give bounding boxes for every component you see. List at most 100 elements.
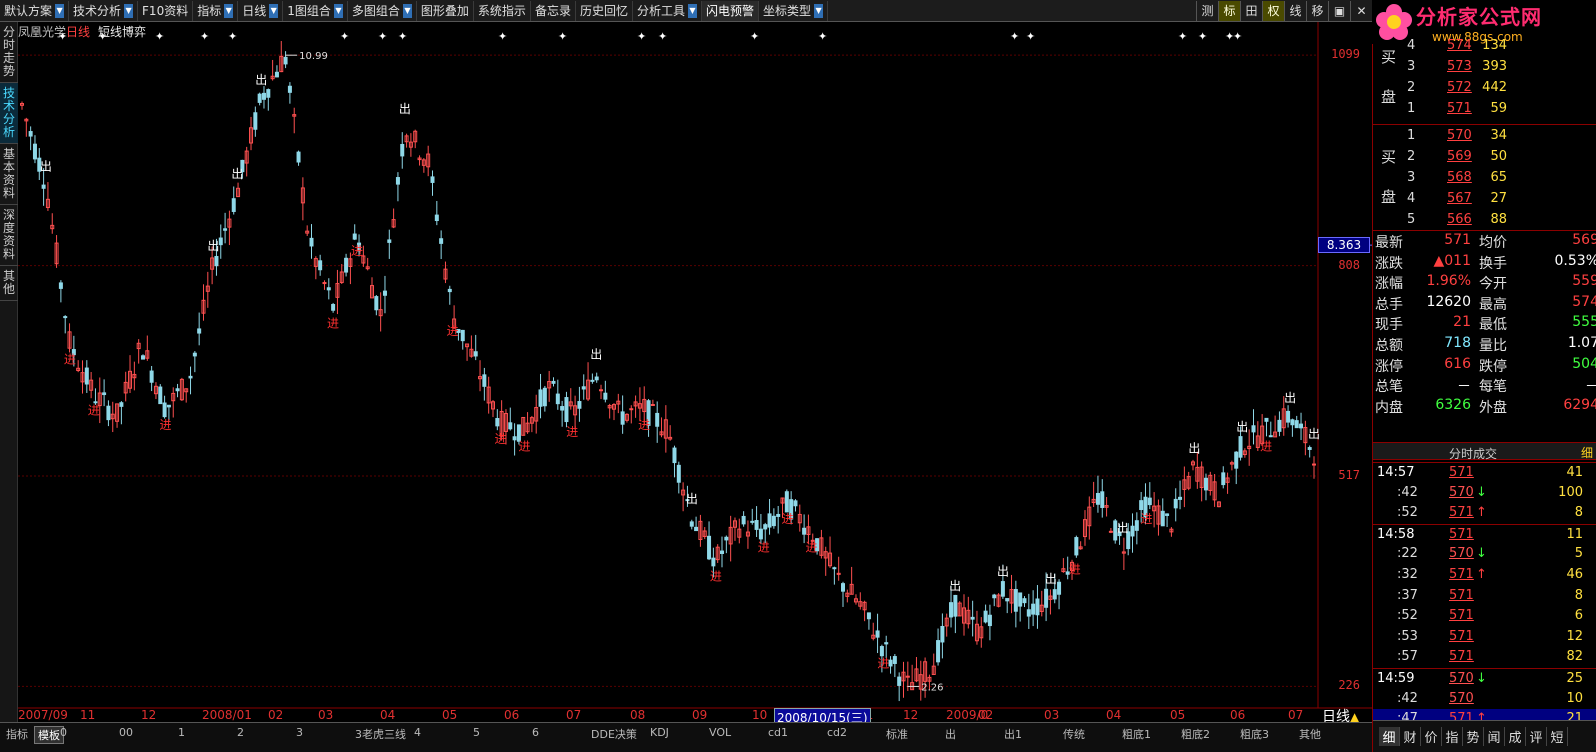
indicator-tab[interactable]: 5 [473, 726, 480, 739]
sell-side-label: 买 [1381, 48, 1397, 66]
indicator-tab[interactable]: 3老虎三线 [355, 726, 406, 742]
indicator-tab[interactable]: 00 [119, 726, 133, 739]
candle-body [434, 214, 439, 222]
stat-key: 涨停 [1375, 358, 1403, 375]
candle-body [879, 646, 884, 657]
sell-level-row[interactable]: 3 573 393 [1373, 57, 1596, 78]
buy-level-row[interactable]: 3 568 65 [1373, 168, 1596, 189]
sell-level-row[interactable]: 1 571 59 [1373, 99, 1596, 120]
right-bottom-tab[interactable]: 财 [1400, 727, 1421, 746]
toolbar-button[interactable]: 日线 ▼ [238, 0, 284, 21]
side-tab[interactable]: 技术分析 [0, 83, 18, 144]
level-number: 1 [1407, 101, 1416, 116]
side-tab-label: 技术分析 [2, 86, 15, 139]
indicator-tab[interactable]: cd2 [827, 726, 847, 739]
candle-body [936, 640, 941, 663]
signal-marker: 出 [949, 579, 961, 593]
right-bottom-tab[interactable]: 短 [1547, 727, 1568, 746]
sell-level-row[interactable]: 4 574 134 [1373, 36, 1596, 57]
side-tab[interactable]: 其他 [0, 266, 18, 301]
buy-level-row[interactable]: 2 569 50 [1373, 147, 1596, 168]
toolbar-toggle-button[interactable]: 线 [1284, 0, 1306, 21]
indicator-tab[interactable]: 传统 [1063, 726, 1085, 742]
indicator-tab[interactable]: 1 [178, 726, 185, 739]
indicator-tab[interactable]: 出1 [1004, 726, 1022, 742]
indicator-tab[interactable]: 3 [296, 726, 303, 739]
toolbar-button[interactable]: 指标 ▼ [193, 0, 239, 21]
candle-body [892, 656, 897, 664]
candle-body [866, 612, 871, 620]
indicator-tab[interactable]: 指标 [6, 726, 28, 742]
signal-marker: 出 [1045, 572, 1057, 586]
indicator-tab[interactable]: 2 [237, 726, 244, 739]
toolbar-button[interactable]: 1图组合 ▼ [283, 0, 348, 21]
indicator-tab[interactable]: 0 [60, 726, 67, 739]
indicator-tab[interactable]: KDJ [650, 726, 669, 739]
candle-body [1044, 588, 1049, 608]
toolbar-button[interactable]: F10资料 [138, 0, 194, 21]
buy-level-row[interactable]: 5 566 88 [1373, 210, 1596, 231]
side-tab[interactable]: 深度资料 [0, 205, 18, 266]
candle-body [1160, 510, 1165, 527]
right-bottom-tab[interactable]: 成 [1505, 727, 1526, 746]
level-volume: 50 [1490, 149, 1507, 164]
stat-value: 12620 [1426, 293, 1471, 310]
kline-chart[interactable]: 出进进进出出出进进出进进进进出进出进进进进进出出出进出进出出进出出✦ ✦ ✦ ✦ ✦ ✦ ✦… [18, 22, 1372, 722]
toolbar-button[interactable]: 备忘录 [531, 0, 576, 21]
level-price: 574 [1447, 38, 1472, 53]
indicator-tab[interactable]: 标准 [886, 726, 908, 742]
buy-level-row[interactable]: 1 570 34 [1373, 126, 1596, 147]
toolbar-toggle-button[interactable]: 权 [1262, 0, 1284, 21]
toolbar-button[interactable]: 图形叠加 [417, 0, 474, 21]
toolbar-button[interactable]: 技术分析 ▼ [69, 0, 139, 21]
right-bottom-tab[interactable]: 价 [1421, 727, 1442, 746]
indicator-tab[interactable]: 粗底1 [1122, 726, 1151, 742]
event-marker-icon: ✦ [1010, 30, 1019, 43]
toolbar-button[interactable]: 分析工具 ▼ [633, 0, 702, 21]
tick-row: 14:57 571 41 [1373, 462, 1596, 483]
right-bottom-tab[interactable]: 细 [1379, 727, 1400, 746]
indicator-tab[interactable]: 粗底3 [1240, 726, 1269, 742]
tick-row: 14:58 571 11 [1373, 523, 1596, 545]
indicator-tab[interactable]: 出 [945, 726, 956, 742]
candle-body [352, 233, 357, 240]
toolbar-button-label: 技术分析 [73, 4, 122, 18]
right-bottom-tab[interactable]: 势 [1463, 727, 1484, 746]
indicator-tab[interactable]: 4 [414, 726, 421, 739]
side-tab[interactable]: 基本资料 [0, 144, 18, 205]
level-number: 3 [1407, 59, 1416, 74]
right-bottom-tab[interactable]: 评 [1526, 727, 1547, 746]
side-tab[interactable]: 分时走势 [0, 22, 18, 83]
right-bottom-tab[interactable]: 指 [1442, 727, 1463, 746]
toolbar-toggle-button[interactable]: 标 [1218, 0, 1240, 21]
indicator-tab[interactable]: VOL [709, 726, 731, 739]
right-bottom-tab[interactable]: 闻 [1484, 727, 1505, 746]
candle-body [344, 257, 349, 273]
signal-marker: 进 [877, 656, 889, 670]
toolbar-button[interactable]: 默认方案 ▼ [0, 0, 70, 21]
toolbar-button[interactable]: 系统指示 [474, 0, 531, 21]
indicator-tab[interactable]: cd1 [768, 726, 788, 739]
candle-body [1100, 491, 1105, 508]
toolbar-toggle-button[interactable]: ▣ [1328, 0, 1350, 21]
indicator-tab[interactable]: 6 [532, 726, 539, 739]
toolbar-button[interactable]: 闪电预警 [701, 0, 759, 21]
indicator-tab[interactable]: DDE决策 [591, 726, 637, 742]
indicator-tab[interactable]: 其他 [1299, 726, 1321, 742]
toolbar-toggle-button[interactable]: 田 [1240, 0, 1262, 21]
toolbar-toggle-button[interactable]: 测 [1196, 0, 1218, 21]
toolbar-toggle-button[interactable]: 移 [1306, 0, 1328, 21]
event-marker-icon: ✦ [498, 30, 507, 43]
toolbar-button[interactable]: 历史回忆 [576, 0, 633, 21]
indicator-tab[interactable]: 粗底2 [1181, 726, 1210, 742]
toolbar-toggle-button[interactable]: ✕ [1350, 0, 1372, 21]
stat-row: 总手 12620 最高 574 [1373, 293, 1596, 314]
tick-time: :53 [1397, 628, 1418, 644]
tick-detail-button[interactable]: 细 [1581, 444, 1593, 461]
toolbar-button[interactable]: 多图组合 ▼ [348, 0, 417, 21]
buy-level-row[interactable]: 4 567 27 [1373, 189, 1596, 210]
toolbar-button[interactable]: 坐标类型 ▼ [759, 0, 829, 21]
candle-body [32, 143, 37, 160]
candle-body [253, 112, 258, 130]
sell-level-row[interactable]: 2 572 442 [1373, 78, 1596, 99]
